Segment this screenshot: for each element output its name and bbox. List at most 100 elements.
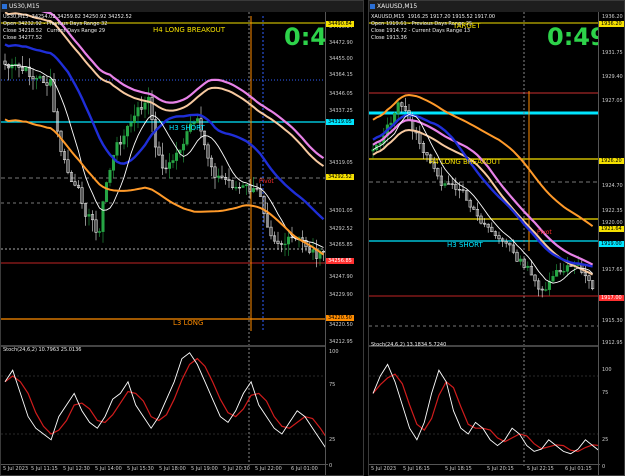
stoch-main-line <box>4 352 329 452</box>
us30-info-line-1: US30,M15 34254.02 34259.82 34250.92 3425… <box>3 14 132 20</box>
xauusd-h4-label: H4 LONG BREAKOUT <box>429 158 501 166</box>
stoch-axis-label: 25 <box>602 437 609 443</box>
xauusd-title: XAUUSD,M15 <box>377 3 418 10</box>
candle-body <box>171 160 175 163</box>
xauusd-chart-window[interactable]: XAUUSD,M15 XAUUSD,M15 1916.25 1917.20 19… <box>368 0 625 476</box>
xauusd-time-axis[interactable]: 5 Jul 2023 5 Jul 16:15 5 Jul 18:15 5 Jul… <box>369 464 600 475</box>
candle-body <box>244 184 249 187</box>
price-label: 1915.30 <box>602 318 623 324</box>
price-label: 34292.52 <box>329 226 353 232</box>
candle-body <box>122 135 126 145</box>
candle-body <box>216 175 221 178</box>
candle-body <box>519 258 523 262</box>
time-label: 5 Jul 14:00 <box>95 466 122 472</box>
candle-body <box>48 79 53 86</box>
candle-body <box>311 249 315 253</box>
stoch-axis-label: 0 <box>602 464 606 470</box>
time-label: 5 Jul 16:15 <box>403 466 430 472</box>
us30-time-axis[interactable]: 5 Jul 2023 5 Jul 11:15 5 Jul 12:30 5 Jul… <box>1 464 328 475</box>
candle-body <box>104 182 109 202</box>
us30-price-axis[interactable]: 34490.84 34472.90 34455.00 34364.15 3434… <box>325 12 363 475</box>
candle-body <box>396 102 400 114</box>
price-label: 34472.90 <box>329 40 353 46</box>
us30-title: US30,M15 <box>9 3 40 10</box>
candle-body <box>443 183 447 186</box>
candle-body <box>115 142 119 156</box>
us30-l3-label: L3 LONG <box>173 319 204 327</box>
price-tag-h4: 34490.84 <box>326 21 354 27</box>
price-label: 1936.20 <box>602 14 623 20</box>
candle-body <box>132 115 137 124</box>
us30-title-bar[interactable]: US30,M15 <box>1 1 363 12</box>
stoch-axis-label: 75 <box>602 390 609 396</box>
candle-body <box>174 152 179 161</box>
price-label: 1929.40 <box>602 74 623 80</box>
price-label: 1931.75 <box>602 50 623 56</box>
candle-body <box>241 185 245 188</box>
time-label: 5 Jul 20:15 <box>487 466 514 472</box>
ma-blue <box>4 43 325 221</box>
price-label: 1917.65 <box>602 267 623 273</box>
price-label: 34247.90 <box>329 274 353 280</box>
price-label: 34319.05 <box>329 160 353 166</box>
candle-body <box>24 66 28 71</box>
candle-body <box>167 162 172 169</box>
ma-orange <box>4 118 325 256</box>
price-tag-h3: 1919.00 <box>599 241 624 247</box>
xauusd-stoch-label: Stoch(24,6,2) 13.1834 5.7240 <box>371 342 447 348</box>
us30-pivot-label: Pivot <box>259 178 274 185</box>
time-label: 5 Jul 15:30 <box>127 466 154 472</box>
price-label: 34455.00 <box>329 56 353 62</box>
time-label: 5 Jul 19:00 <box>191 466 218 472</box>
chart-window-icon <box>2 4 7 9</box>
price-tag-yellow: 1921.64 <box>599 226 624 232</box>
price-label: 34265.85 <box>329 242 353 248</box>
price-label: 34346.05 <box>329 91 353 97</box>
stoch-main-line <box>372 363 601 455</box>
candle-body <box>526 265 530 268</box>
candle-body <box>286 236 291 245</box>
time-label: 5 Jul 11:15 <box>31 466 58 472</box>
xauusd-pivot-label: Pivot <box>537 229 552 236</box>
time-label: 6 Jul 01:00 <box>291 466 318 472</box>
candle-body <box>555 270 559 277</box>
time-label: 5 Jul 18:00 <box>159 466 186 472</box>
xauusd-info-line-1: XAUUSD,M15 1916.25 1917.20 1915.52 1917.… <box>371 14 496 20</box>
xauusd-price-axis[interactable]: 1936.20 1931.75 1929.40 1927.05 1924.70 … <box>598 12 624 475</box>
us30-chart-window[interactable]: US30,M15 US30,M15 34254.02 34259.82 3425… <box>0 0 364 476</box>
candle-body <box>185 131 189 145</box>
stoch-axis-label: 25 <box>329 437 336 443</box>
time-label: 5 Jul 2023 <box>3 466 29 472</box>
xauusd-title-bar[interactable]: XAUUSD,M15 <box>369 1 624 12</box>
us30-chart-canvas <box>1 3 329 467</box>
candle-body <box>101 201 105 232</box>
candle-body <box>87 214 91 217</box>
price-label: 34229.90 <box>329 292 353 298</box>
us30-h4-label: H4 LONG BREAKOUT <box>153 26 225 34</box>
time-label: 5 Jul 20:30 <box>223 466 250 472</box>
candle-body <box>125 125 130 137</box>
stoch-axis-label: 100 <box>329 349 339 355</box>
candle-body <box>143 102 147 110</box>
price-label: 1922.35 <box>602 208 623 214</box>
price-tag-h4: 1926.20 <box>599 158 624 164</box>
candle-body <box>195 118 200 124</box>
stoch-axis-label: 75 <box>329 382 336 388</box>
price-label: 1927.05 <box>602 98 623 104</box>
us30-info-line-4: Close 34277.52 <box>3 35 43 41</box>
us30-info-line-3: Close 34218.52 Current Days Range 29 <box>3 28 106 34</box>
candle-body <box>34 77 39 80</box>
us30-h3-label: H3 SHORT <box>169 124 205 132</box>
xauusd-chart-canvas <box>369 12 601 467</box>
xauusd-h3-label: H3 SHORT <box>447 241 483 249</box>
candle-body <box>97 231 102 233</box>
candle-body <box>181 143 186 151</box>
price-tag-target: 1936.20 <box>599 21 624 27</box>
price-label: 34364.15 <box>329 72 353 78</box>
candle-body <box>544 289 548 291</box>
candle-body <box>371 149 375 152</box>
candle-body <box>129 122 133 127</box>
time-label: 5 Jul 2023 <box>371 466 397 472</box>
candle-body <box>283 243 287 246</box>
price-tag-h3: 34319.05 <box>326 119 354 125</box>
